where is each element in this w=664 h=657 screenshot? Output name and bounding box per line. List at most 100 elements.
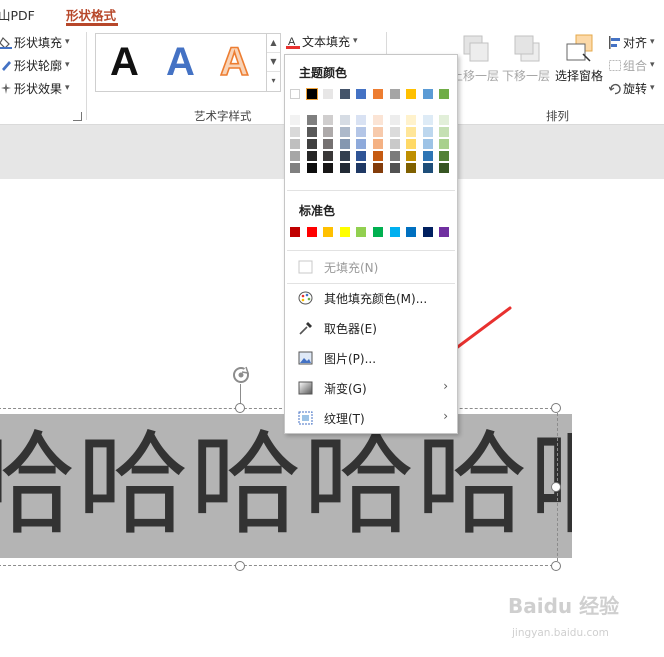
theme-shade-swatch[interactable] [356,151,367,161]
align-button[interactable]: 对齐 ▾ [609,32,655,52]
rotate-handle-icon[interactable] [230,364,252,386]
resize-handle-top-right[interactable] [551,403,561,413]
gallery-more-icon[interactable]: ▾ [267,72,280,91]
wordart-style-black[interactable]: A [110,38,139,86]
theme-shade-swatch[interactable] [339,139,350,149]
resize-handle-right[interactable] [551,482,561,492]
theme-shade-swatch[interactable] [339,127,350,137]
no-fill-item[interactable]: 无填充(N) [286,252,456,282]
picture-item[interactable]: 图片(P)... [286,343,456,373]
standard-color-swatch[interactable] [323,227,334,237]
theme-shade-swatch[interactable] [356,115,367,125]
resize-handle-bottom[interactable] [235,561,245,571]
text-fill-button[interactable]: A 文本填充 ▾ [286,31,358,51]
gallery-down-icon[interactable]: ▼ [267,53,280,72]
theme-color-swatch[interactable] [356,89,367,99]
theme-shade-swatch[interactable] [439,151,450,161]
selection-pane-button[interactable]: 选择窗格 [553,34,605,84]
theme-color-swatch[interactable] [373,89,383,99]
standard-color-swatch[interactable] [290,227,300,237]
theme-color-swatch[interactable] [406,89,417,99]
shape-effects-button[interactable]: 形状效果 ▾ [0,78,70,98]
theme-shade-swatch[interactable] [290,127,300,137]
wordart-gallery[interactable]: A A A ▲ ▼ ▾ [95,33,281,92]
theme-shade-swatch[interactable] [373,163,383,173]
standard-color-swatch[interactable] [306,227,317,237]
theme-shade-swatch[interactable] [290,151,300,161]
theme-shade-swatch[interactable] [306,127,317,137]
theme-shade-swatch[interactable] [290,163,300,173]
gallery-up-icon[interactable]: ▲ [267,34,280,53]
theme-shade-swatch[interactable] [422,127,433,137]
standard-color-swatch[interactable] [373,227,383,237]
theme-shade-swatch[interactable] [389,115,400,125]
theme-color-swatch[interactable] [439,89,450,99]
dialog-launcher-icon[interactable] [73,112,82,121]
theme-shade-swatch[interactable] [373,115,383,125]
theme-shade-swatch[interactable] [406,127,417,137]
theme-shade-swatch[interactable] [323,127,334,137]
standard-color-swatch[interactable] [389,227,400,237]
theme-color-swatch[interactable] [339,89,350,99]
standard-color-swatch[interactable] [406,227,417,237]
theme-shade-swatch[interactable] [389,151,400,161]
standard-color-swatch[interactable] [339,227,350,237]
theme-shade-swatch[interactable] [306,139,317,149]
theme-color-swatch[interactable] [422,89,433,99]
theme-shade-swatch[interactable] [439,115,450,125]
eyedropper-item[interactable]: 取色器(E) [286,313,456,343]
theme-shade-swatch[interactable] [306,151,317,161]
shape-fill-button[interactable]: 形状填充 ▾ [0,32,70,52]
theme-shade-swatch[interactable] [373,139,383,149]
theme-shade-swatch[interactable] [389,139,400,149]
theme-shade-swatch[interactable] [406,151,417,161]
theme-shade-swatch[interactable] [290,115,300,125]
theme-shade-swatch[interactable] [306,115,317,125]
theme-shade-swatch[interactable] [356,163,367,173]
theme-shade-swatch[interactable] [306,163,317,173]
theme-shade-swatch[interactable] [339,115,350,125]
standard-color-swatch[interactable] [439,227,450,237]
theme-shade-swatch[interactable] [422,163,433,173]
resize-handle-top[interactable] [235,403,245,413]
tab-pdf[interactable]: 山PDF [0,5,35,24]
theme-shade-swatch[interactable] [356,139,367,149]
theme-shade-swatch[interactable] [356,127,367,137]
shape-outline-button[interactable]: 形状轮廓 ▾ [0,55,70,75]
send-backward-button[interactable]: 下移一层 [500,34,552,84]
theme-shade-swatch[interactable] [323,115,334,125]
theme-color-swatch[interactable] [389,89,400,99]
theme-color-swatch[interactable] [305,88,318,100]
wordart-style-orange[interactable]: A [219,38,249,86]
theme-shade-swatch[interactable] [439,127,450,137]
theme-shade-swatch[interactable] [339,163,350,173]
theme-shade-swatch[interactable] [339,151,350,161]
rotate-button[interactable]: 旋转 ▾ [608,78,655,98]
more-fill-colors-item[interactable]: 其他填充颜色(M)... [286,283,456,313]
theme-shade-swatch[interactable] [439,139,450,149]
theme-shade-swatch[interactable] [439,163,450,173]
resize-handle-bottom-right[interactable] [551,561,561,571]
theme-shade-swatch[interactable] [422,139,433,149]
group-button[interactable]: 组合 ▾ [609,55,655,75]
theme-color-swatch[interactable] [290,89,300,99]
theme-color-swatch[interactable] [323,89,334,99]
theme-shade-swatch[interactable] [406,115,417,125]
theme-shade-swatch[interactable] [422,151,433,161]
theme-shade-swatch[interactable] [323,139,334,149]
gradient-item[interactable]: 渐变(G) › [286,373,456,403]
standard-color-swatch[interactable] [422,227,433,237]
wordart-style-blue[interactable]: A [166,38,195,86]
theme-shade-swatch[interactable] [406,139,417,149]
theme-shade-swatch[interactable] [422,115,433,125]
texture-item[interactable]: 纹理(T) › [286,403,456,433]
theme-shade-swatch[interactable] [373,151,383,161]
theme-shade-swatch[interactable] [373,127,383,137]
theme-shade-swatch[interactable] [323,163,334,173]
theme-shade-swatch[interactable] [389,163,400,173]
theme-shade-swatch[interactable] [290,139,300,149]
theme-shade-swatch[interactable] [323,151,334,161]
tab-shape-format[interactable]: 形状格式 [66,5,116,24]
theme-shade-swatch[interactable] [406,163,417,173]
standard-color-swatch[interactable] [356,227,367,237]
